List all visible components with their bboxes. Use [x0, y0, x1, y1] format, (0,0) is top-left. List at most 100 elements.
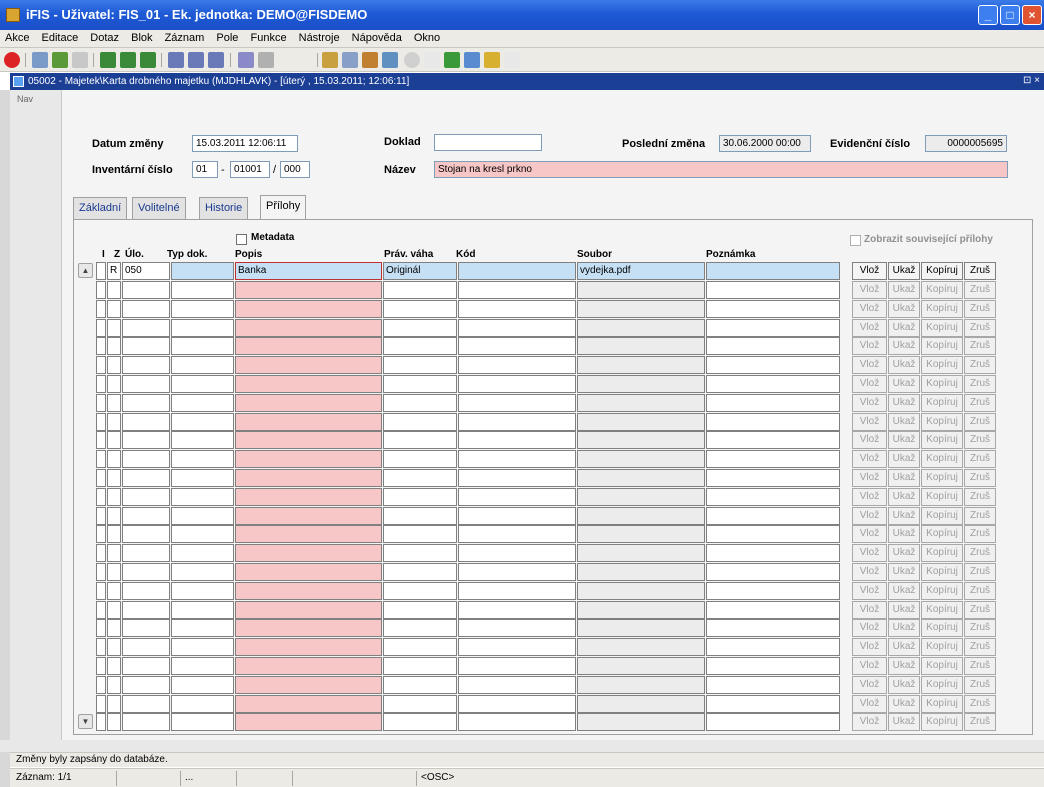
- table-row[interactable]: Vlož Ukaž Kopíruj Zruš: [74, 694, 1034, 714]
- table-cell[interactable]: [122, 544, 170, 563]
- table-cell[interactable]: [171, 431, 234, 450]
- table-cell[interactable]: [235, 619, 382, 638]
- ukaz-button[interactable]: Ukaž: [888, 469, 920, 487]
- query-icon[interactable]: [72, 52, 88, 68]
- kopiruj-button[interactable]: Kopíruj: [921, 600, 963, 619]
- table-cell[interactable]: [107, 487, 121, 506]
- table-cell[interactable]: [122, 356, 170, 375]
- table-cell[interactable]: [383, 544, 457, 563]
- scroll-up-icon[interactable]: ▲: [78, 263, 93, 278]
- table-cell[interactable]: [171, 337, 234, 356]
- table-cell[interactable]: [458, 393, 576, 412]
- vloz-button[interactable]: Vlož: [852, 638, 887, 657]
- table-cell[interactable]: [107, 675, 121, 694]
- table-cell[interactable]: [171, 544, 234, 563]
- table-cell[interactable]: [458, 675, 576, 694]
- table-cell[interactable]: [235, 544, 382, 563]
- table-row[interactable]: Vlož Ukaž Kopíruj Zruš: [74, 337, 1034, 356]
- menu-blok[interactable]: Blok: [126, 30, 156, 44]
- table-cell[interactable]: [96, 412, 106, 431]
- table-cell[interactable]: [577, 600, 705, 619]
- table-cell[interactable]: [235, 638, 382, 657]
- table-cell[interactable]: [235, 431, 382, 450]
- table-cell[interactable]: [122, 563, 170, 581]
- vloz-button[interactable]: Vlož: [852, 299, 887, 318]
- cell-kod[interactable]: [458, 262, 576, 280]
- table-cell[interactable]: [171, 694, 234, 713]
- table-cell[interactable]: [122, 600, 170, 619]
- zrus-button[interactable]: Zruš: [964, 619, 996, 638]
- table-row[interactable]: Vlož Ukaž Kopíruj Zruš: [74, 675, 1034, 695]
- cell-poznamka[interactable]: [706, 262, 840, 280]
- table-cell[interactable]: [577, 375, 705, 393]
- cell-ulo[interactable]: 050: [122, 262, 170, 280]
- table-cell[interactable]: [577, 281, 705, 299]
- table-cell[interactable]: [383, 469, 457, 487]
- table-cell[interactable]: [577, 563, 705, 581]
- table-cell[interactable]: [171, 713, 234, 732]
- ukaz-button[interactable]: Ukaž: [888, 412, 920, 431]
- cell-typ-dok[interactable]: [171, 262, 234, 280]
- table-cell[interactable]: [96, 299, 106, 318]
- zrus-button[interactable]: Zruš: [964, 299, 996, 318]
- table-cell[interactable]: [235, 375, 382, 393]
- zrus-button[interactable]: Zruš: [964, 431, 996, 450]
- table-cell[interactable]: [107, 506, 121, 525]
- sort-desc-icon[interactable]: [140, 52, 156, 68]
- zrus-button[interactable]: Zruš: [964, 694, 996, 713]
- table-cell[interactable]: [706, 563, 840, 581]
- table-cell[interactable]: [171, 299, 234, 318]
- zrus-button[interactable]: Zruš: [964, 356, 996, 375]
- table-cell[interactable]: [383, 393, 457, 412]
- table-row[interactable]: Vlož Ukaž Kopíruj Zruš: [74, 581, 1034, 601]
- chart-icon[interactable]: [382, 52, 398, 68]
- zrus-button[interactable]: Zruš: [964, 581, 996, 600]
- kopiruj-button[interactable]: Kopíruj: [921, 318, 963, 337]
- table-cell[interactable]: [383, 337, 457, 356]
- kopiruj-button[interactable]: Kopíruj: [921, 375, 963, 393]
- table-cell[interactable]: [706, 544, 840, 563]
- table-row[interactable]: Vlož Ukaž Kopíruj Zruš: [74, 299, 1034, 319]
- ukaz-button[interactable]: Ukaž: [888, 393, 920, 412]
- table-cell[interactable]: [383, 356, 457, 375]
- table-cell[interactable]: [122, 713, 170, 732]
- ukaz-button[interactable]: Ukaž: [888, 675, 920, 694]
- ukaz-button[interactable]: Ukaž: [888, 581, 920, 600]
- table-cell[interactable]: [122, 431, 170, 450]
- table-cell[interactable]: [107, 281, 121, 299]
- table-cell[interactable]: [171, 393, 234, 412]
- table-cell[interactable]: [235, 563, 382, 581]
- table-cell[interactable]: [383, 694, 457, 713]
- table-cell[interactable]: [96, 375, 106, 393]
- table-cell[interactable]: [171, 356, 234, 375]
- table-cell[interactable]: [235, 356, 382, 375]
- table-cell[interactable]: [458, 281, 576, 299]
- table-cell[interactable]: [383, 431, 457, 450]
- paste-icon[interactable]: [208, 52, 224, 68]
- inventarni-cislo-2[interactable]: 01001: [230, 161, 270, 178]
- table-cell[interactable]: [96, 638, 106, 657]
- kopiruj-button[interactable]: Kopíruj: [921, 450, 963, 469]
- table-cell[interactable]: [171, 525, 234, 544]
- kopiruj-button[interactable]: Kopíruj: [921, 356, 963, 375]
- table-cell[interactable]: [235, 675, 382, 694]
- table-cell[interactable]: [458, 375, 576, 393]
- table-cell[interactable]: [706, 675, 840, 694]
- tab-prilohy[interactable]: Přílohy: [260, 195, 307, 219]
- table-cell[interactable]: [706, 487, 840, 506]
- table-cell[interactable]: [577, 544, 705, 563]
- tools-icon[interactable]: [362, 52, 378, 68]
- zrus-button[interactable]: Zruš: [964, 487, 996, 506]
- menu-pole[interactable]: Pole: [211, 30, 242, 44]
- nazev-field[interactable]: Stojan na kresl prkno: [434, 161, 1008, 178]
- table-cell[interactable]: [122, 487, 170, 506]
- ukaz-button[interactable]: Ukaž: [888, 337, 920, 356]
- kopiruj-button[interactable]: Kopíruj: [921, 262, 963, 280]
- table-cell[interactable]: [706, 638, 840, 657]
- table-cell[interactable]: [96, 450, 106, 469]
- zrus-button[interactable]: Zruš: [964, 713, 996, 732]
- kopiruj-button[interactable]: Kopíruj: [921, 299, 963, 318]
- table-cell[interactable]: [107, 694, 121, 713]
- table-cell[interactable]: [458, 431, 576, 450]
- table-cell[interactable]: [96, 544, 106, 563]
